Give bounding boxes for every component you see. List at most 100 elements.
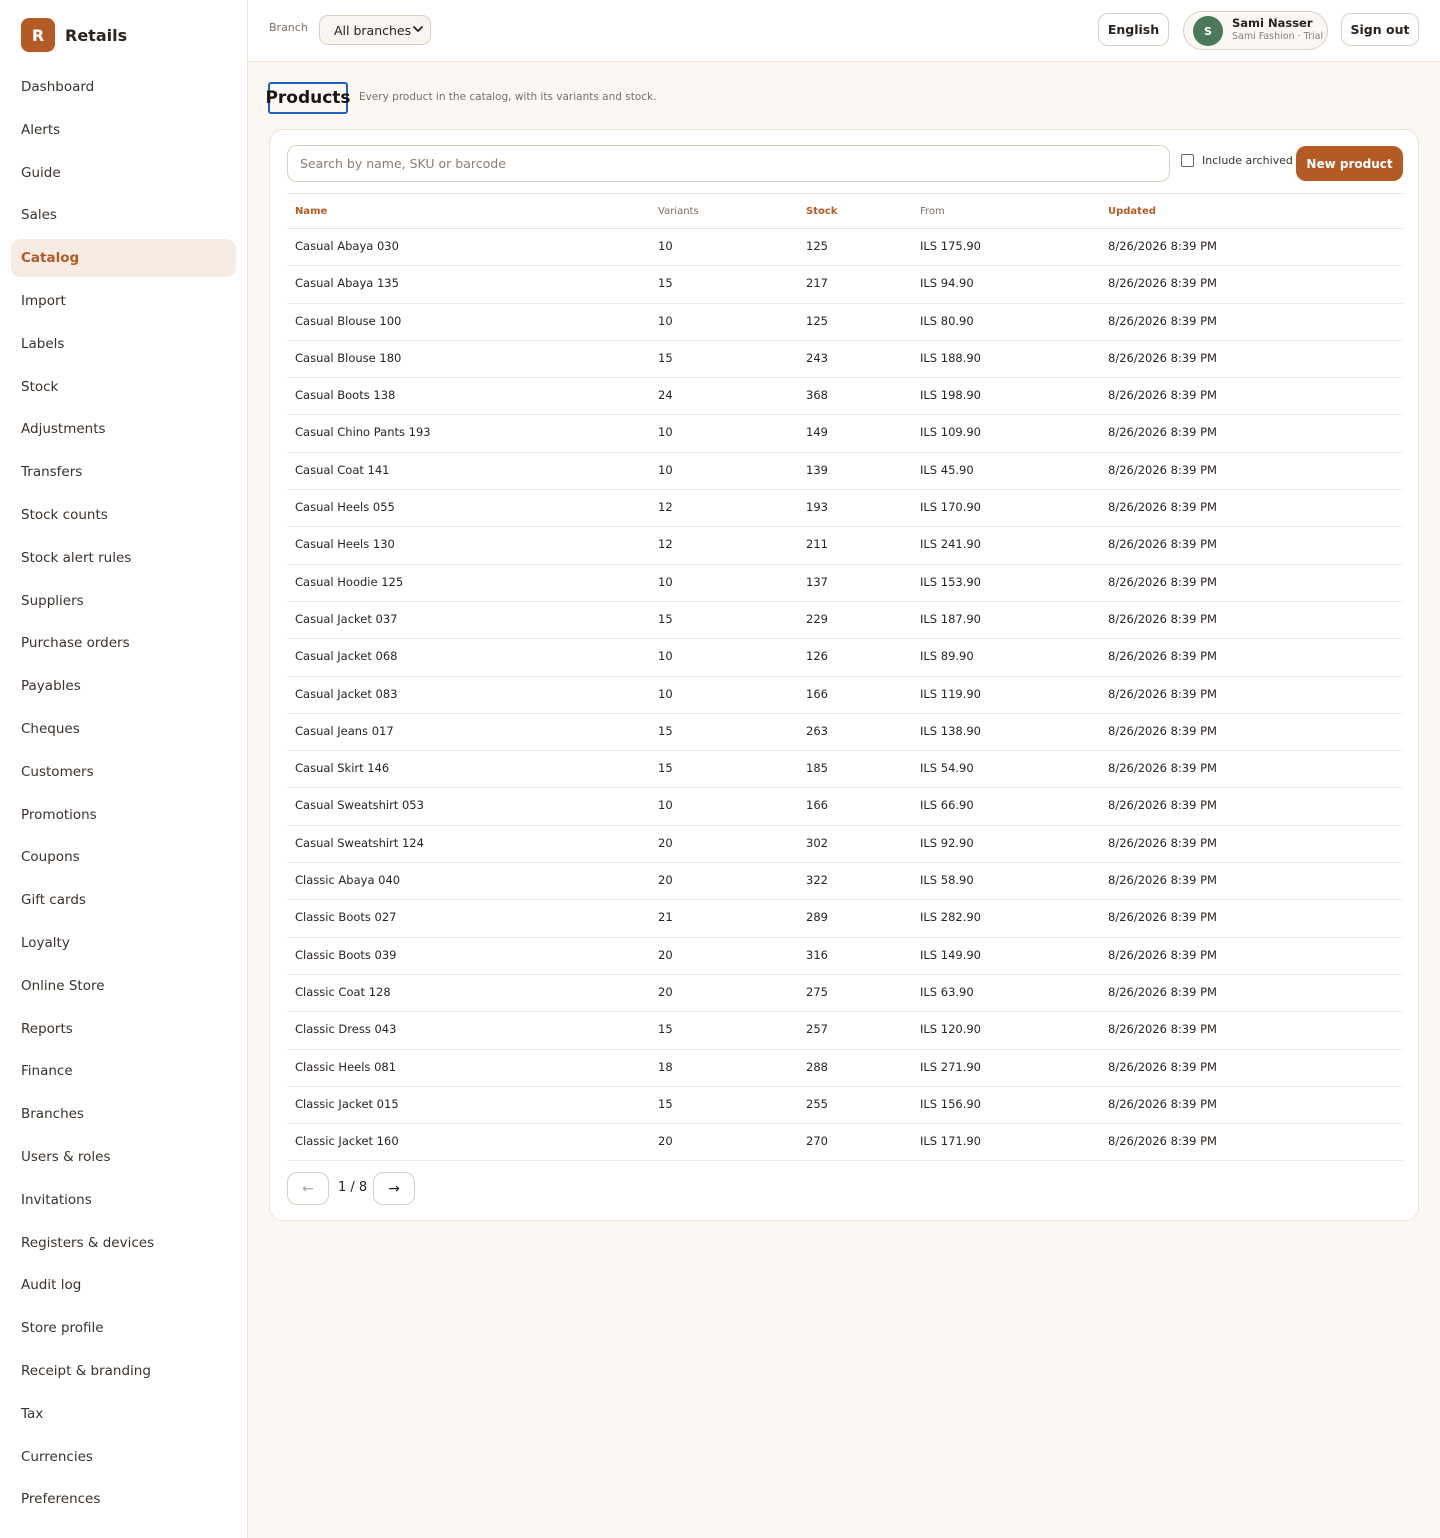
sidebar-item-coupons[interactable]: Coupons <box>11 838 236 876</box>
sidebar-item-stock-counts[interactable]: Stock counts <box>11 496 236 534</box>
cell-updated: 8/26/2026 8:39 PM <box>1108 947 1217 962</box>
cell-updated: 8/26/2026 8:39 PM <box>1108 835 1217 850</box>
brand[interactable]: R Retails <box>21 18 127 52</box>
table-row[interactable]: Classic Abaya 040 20 322 ILS 58.90 8/26/2026… <box>287 863 1403 901</box>
table-row[interactable]: Casual Jacket 083 10 166 ILS 119.90 8/26/202… <box>287 677 1403 714</box>
sidebar-item-registers-and-devices[interactable]: Registers & devices <box>11 1224 236 1262</box>
sidebar-item-store-profile[interactable]: Store profile <box>11 1309 236 1347</box>
cell-name: Casual Jacket 083 <box>295 686 398 701</box>
sidebar-item-finance[interactable]: Finance <box>11 1052 236 1090</box>
table-row[interactable]: Casual Coat 141 10 139 ILS 45.90 8/26/2026 8… <box>287 453 1403 491</box>
table-header: Name Variants Stock From Updated <box>287 193 1403 229</box>
table-row[interactable]: Casual Jacket 068 10 126 ILS 89.90 8/26/2026… <box>287 639 1403 677</box>
cell-stock: 288 <box>806 1059 828 1074</box>
next-page-button[interactable]: → <box>373 1172 415 1205</box>
sidebar-item-payables[interactable]: Payables <box>11 667 236 705</box>
cell-updated: 8/26/2026 8:39 PM <box>1108 910 1217 925</box>
cell-stock: 263 <box>806 723 828 738</box>
sidebar-item-reports[interactable]: Reports <box>11 1010 236 1048</box>
sidebar-item-gift-cards[interactable]: Gift cards <box>11 881 236 919</box>
column-header-updated[interactable]: Updated <box>1108 206 1156 217</box>
table-row[interactable]: Classic Jacket 015 15 255 ILS 156.90 8/26/20… <box>287 1087 1403 1125</box>
sidebar-item-alerts[interactable]: Alerts <box>11 111 236 149</box>
include-archived-toggle[interactable]: Include archived <box>1181 154 1293 167</box>
cell-stock: 125 <box>806 239 828 253</box>
sidebar-item-online-store[interactable]: Online Store <box>11 967 236 1005</box>
sidebar-item-guide[interactable]: Guide <box>11 154 236 192</box>
cell-name: Casual Sweatshirt 124 <box>295 835 424 850</box>
search-input[interactable] <box>287 145 1170 182</box>
sidebar-item-catalog[interactable]: Catalog <box>11 239 236 278</box>
table-row[interactable]: Casual Heels 055 12 193 ILS 170.90 8/26/2026… <box>287 490 1403 528</box>
cell-variants: 20 <box>658 984 673 999</box>
table-row[interactable]: Casual Abaya 135 15 217 ILS 94.90 8/26/2026 … <box>287 266 1403 304</box>
table-row[interactable]: Classic Coat 128 20 275 ILS 63.90 8/26/2026 … <box>287 975 1403 1013</box>
column-header-name[interactable]: Name <box>295 206 327 217</box>
table-row[interactable]: Casual Blouse 100 10 125 ILS 80.90 8/26/2026… <box>287 304 1403 341</box>
sidebar-item-stock-alert-rules[interactable]: Stock alert rules <box>11 539 236 577</box>
cell-stock: 125 <box>806 313 828 328</box>
cell-stock: 255 <box>806 1096 828 1111</box>
sidebar-item-users-and-roles[interactable]: Users & roles <box>11 1138 236 1176</box>
table-row[interactable]: Casual Sweatshirt 053 10 166 ILS 66.90 8/26/… <box>287 788 1403 826</box>
previous-page-button[interactable]: ← <box>287 1172 329 1205</box>
table-row[interactable]: Casual Skirt 146 15 185 ILS 54.90 8/26/2026 … <box>287 751 1403 789</box>
sidebar-item-customers[interactable]: Customers <box>11 753 236 791</box>
user-menu[interactable]: S Sami Nasser Sami Fashion · Trial <box>1183 11 1328 50</box>
table-row[interactable]: Classic Jacket 160 20 270 ILS 171.90 8/26/20… <box>287 1124 1403 1162</box>
sidebar-item-dashboard[interactable]: Dashboard <box>11 68 236 106</box>
sidebar-item-stock[interactable]: Stock <box>11 368 236 406</box>
table-row[interactable]: Casual Boots 138 24 368 ILS 198.90 8/26/2026… <box>287 378 1403 416</box>
sidebar: R Retails Dashboard Alerts Guide Sales Catal… <box>0 0 248 1538</box>
table-row[interactable]: Casual Sweatshirt 124 20 302 ILS 92.90 8/26/… <box>287 826 1403 864</box>
cell-variants: 15 <box>658 723 673 738</box>
table-row[interactable]: Casual Blouse 180 15 243 ILS 188.90 8/26/202… <box>287 341 1403 379</box>
sidebar-item-invitations[interactable]: Invitations <box>11 1181 236 1219</box>
sidebar-item-audit-log[interactable]: Audit log <box>11 1266 236 1304</box>
sidebar-item-adjustments[interactable]: Adjustments <box>11 410 236 448</box>
table-row[interactable]: Classic Boots 039 20 316 ILS 149.90 8/26/202… <box>287 938 1403 975</box>
cell-updated: 8/26/2026 8:39 PM <box>1108 984 1217 999</box>
table-row[interactable]: Classic Heels 081 18 288 ILS 271.90 8/26/202… <box>287 1050 1403 1087</box>
sidebar-item-receipt-and-branding[interactable]: Receipt & branding <box>11 1352 236 1390</box>
sidebar-item-import[interactable]: Import <box>11 282 236 320</box>
table-row[interactable]: Casual Abaya 030 10 125 ILS 175.90 8/26/2026… <box>287 229 1403 267</box>
cell-name: Casual Hoodie 125 <box>295 574 404 589</box>
sidebar-item-purchase-orders[interactable]: Purchase orders <box>11 624 236 662</box>
new-product-button[interactable]: New product <box>1296 146 1403 181</box>
branch-select[interactable]: All branches <box>319 15 431 45</box>
table-row[interactable]: Casual Hoodie 125 10 137 ILS 153.90 8/26/202… <box>287 565 1403 602</box>
cell-name: Casual Blouse 180 <box>295 350 402 365</box>
cell-updated: 8/26/2026 8:39 PM <box>1108 761 1217 776</box>
sidebar-item-transfers[interactable]: Transfers <box>11 453 236 491</box>
cell-variants: 15 <box>658 1022 673 1037</box>
table-row[interactable]: Casual Chino Pants 193 10 149 ILS 109.90 8/2… <box>287 415 1403 453</box>
table-row[interactable]: Classic Dress 043 15 257 ILS 120.90 8/26/202… <box>287 1012 1403 1050</box>
table-row[interactable]: Classic Boots 027 21 289 ILS 282.90 8/26/202… <box>287 900 1403 938</box>
include-archived-checkbox[interactable] <box>1181 154 1194 167</box>
cell-from: ILS 63.90 <box>920 984 974 999</box>
cell-stock: 166 <box>806 686 828 701</box>
sidebar-item-preferences[interactable]: Preferences <box>11 1480 236 1518</box>
table-row[interactable]: Casual Heels 130 12 211 ILS 241.90 8/26/2026… <box>287 527 1403 565</box>
sidebar-item-promotions[interactable]: Promotions <box>11 796 236 834</box>
sidebar-item-currencies[interactable]: Currencies <box>11 1438 236 1476</box>
cell-updated: 8/26/2026 8:39 PM <box>1108 798 1217 813</box>
sidebar-item-branches[interactable]: Branches <box>11 1095 236 1133</box>
cell-variants: 12 <box>658 537 673 552</box>
sidebar-item-tax[interactable]: Tax <box>11 1395 236 1433</box>
language-button[interactable]: English <box>1098 13 1169 46</box>
sidebar-item-cheques[interactable]: Cheques <box>11 710 236 748</box>
sidebar-item-loyalty[interactable]: Loyalty <box>11 924 236 962</box>
sidebar-item-labels[interactable]: Labels <box>11 325 236 363</box>
branch-select-value: All branches <box>334 22 412 38</box>
column-header-stock[interactable]: Stock <box>806 206 837 217</box>
table-row[interactable]: Casual Jacket 037 15 229 ILS 187.90 8/26/202… <box>287 602 1403 640</box>
page-title: Products <box>265 82 351 114</box>
table-row[interactable]: Casual Jeans 017 15 263 ILS 138.90 8/26/2026… <box>287 714 1403 752</box>
sign-out-button[interactable]: Sign out <box>1341 13 1419 46</box>
cell-updated: 8/26/2026 8:39 PM <box>1108 462 1217 477</box>
cell-name: Casual Abaya 030 <box>295 239 399 253</box>
sidebar-item-suppliers[interactable]: Suppliers <box>11 582 236 620</box>
sidebar-item-sales[interactable]: Sales <box>11 196 236 234</box>
